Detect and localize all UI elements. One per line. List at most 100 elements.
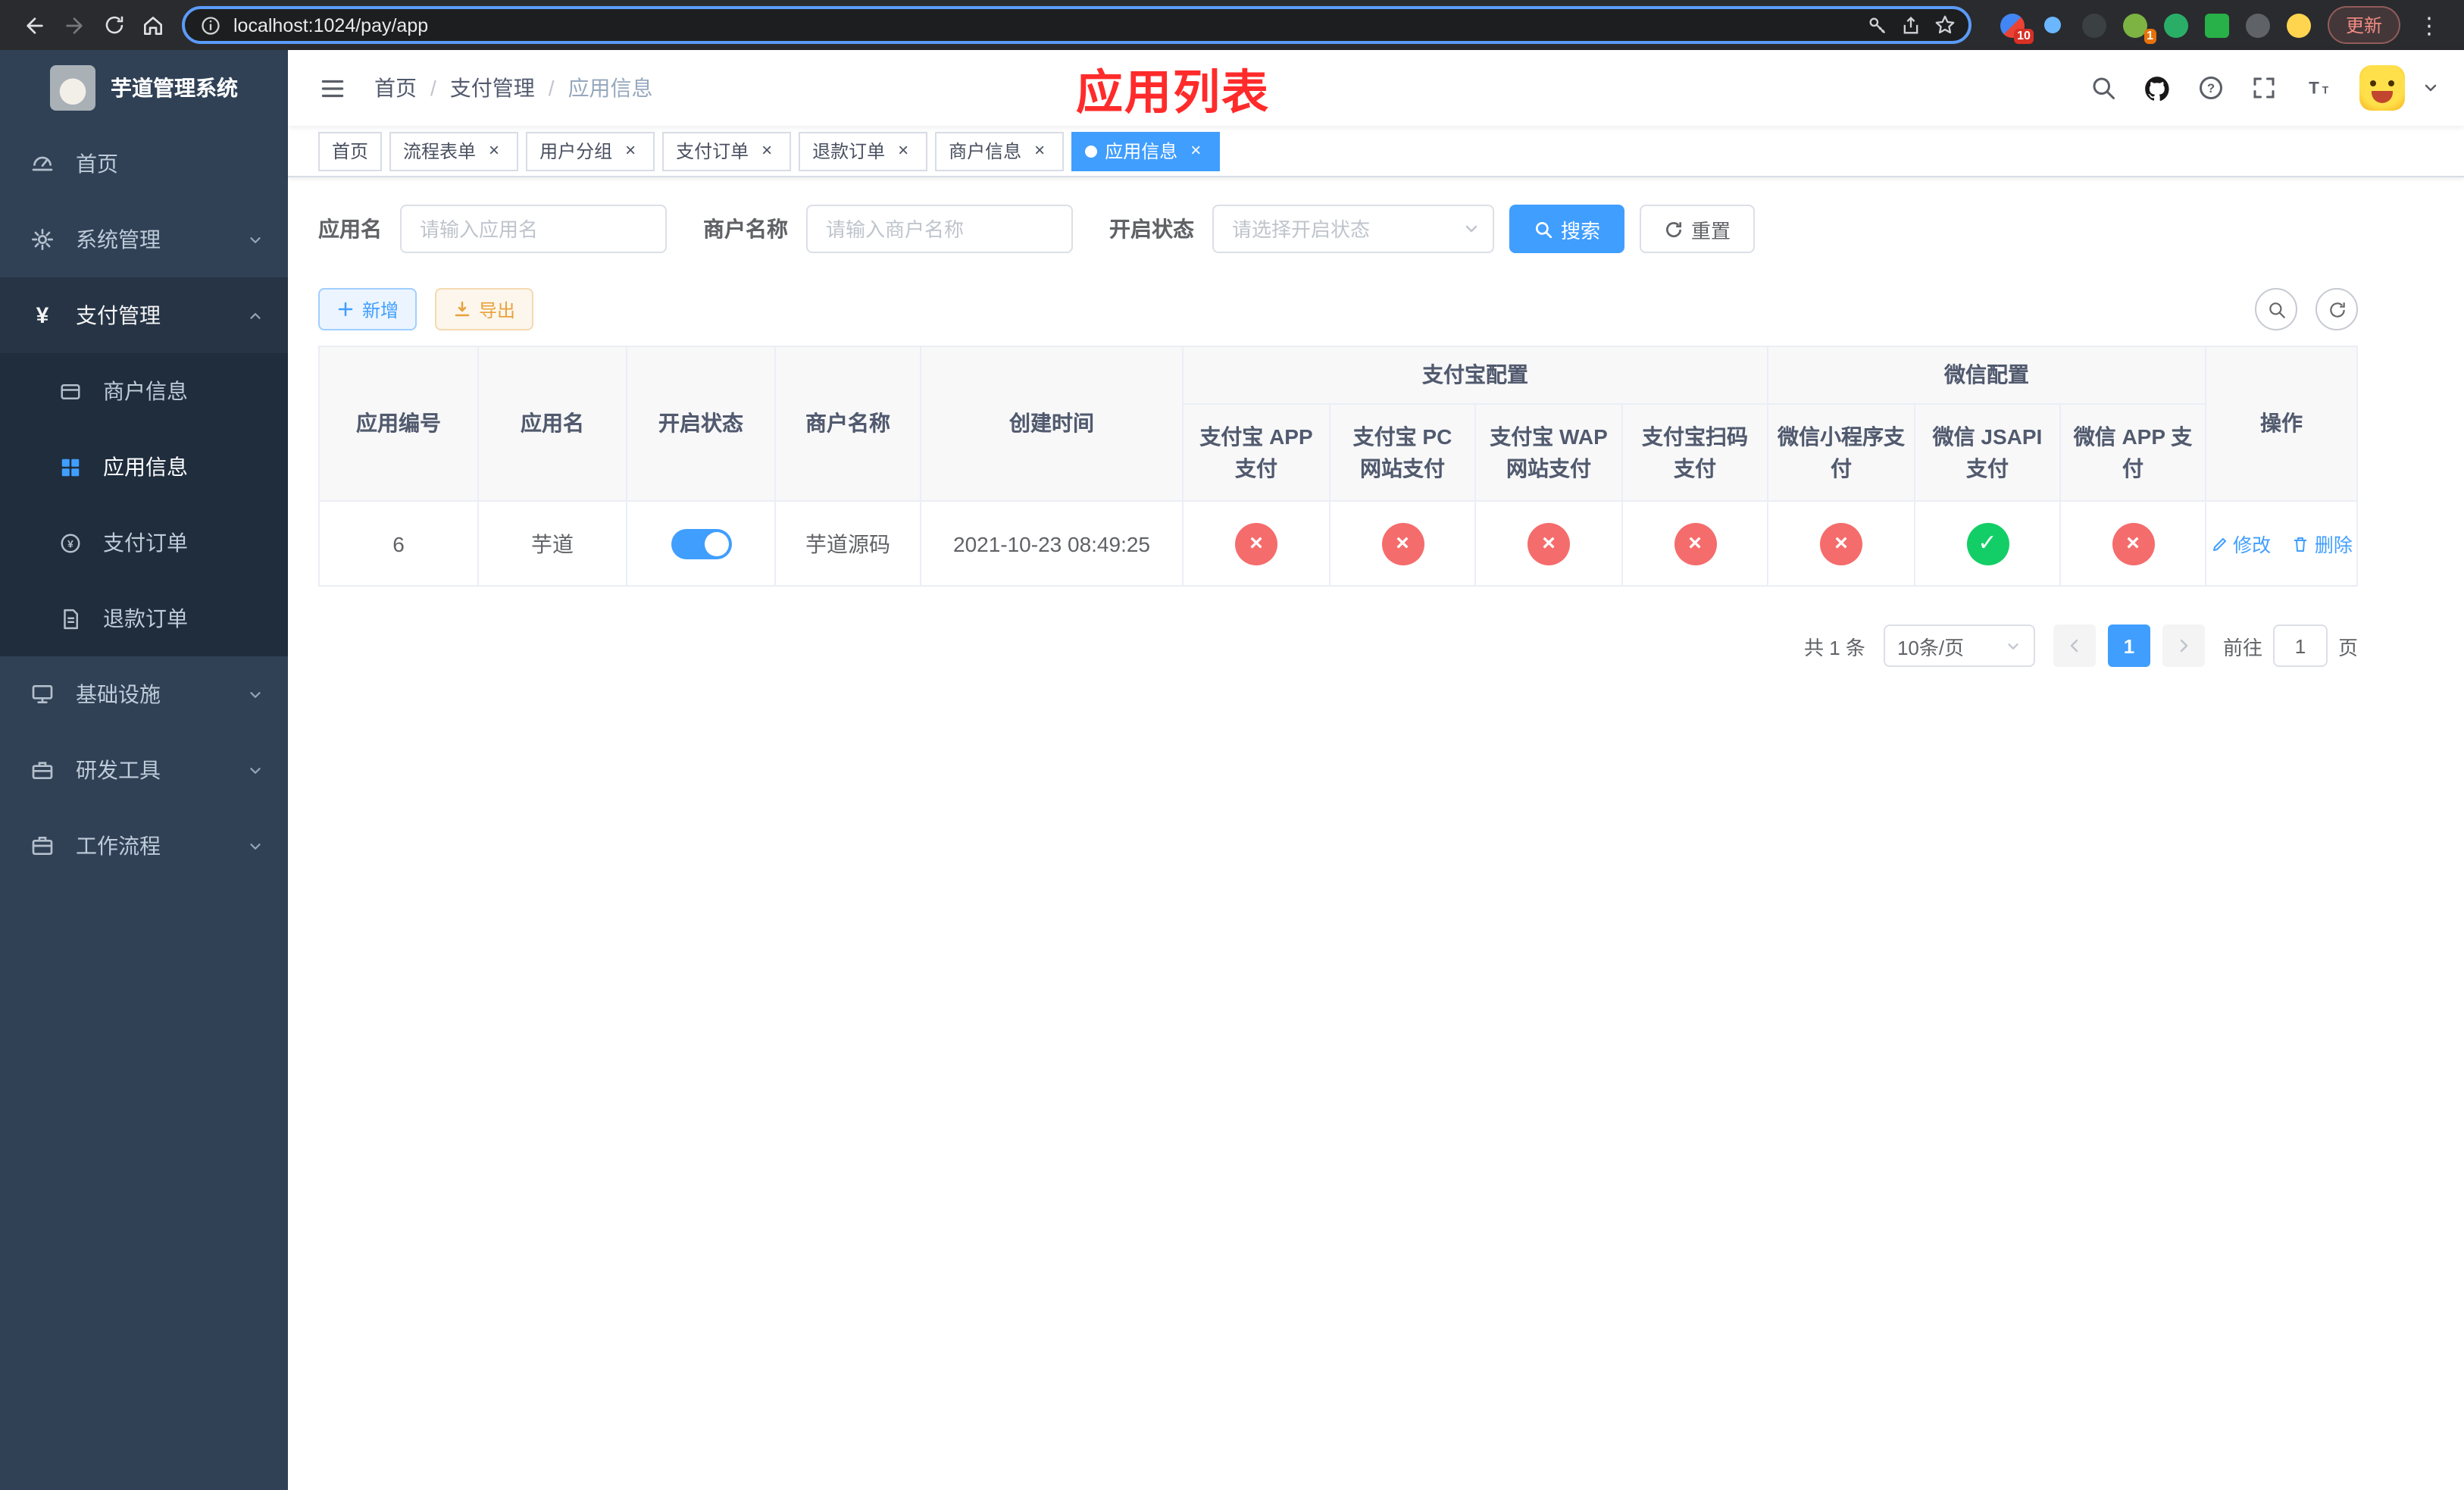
- close-icon[interactable]: ×: [1185, 139, 1206, 161]
- reset-button[interactable]: 重置: [1640, 205, 1756, 253]
- status-toggle[interactable]: [671, 528, 731, 559]
- app-logo[interactable]: 芋道管理系统: [0, 50, 288, 126]
- browser-back-icon[interactable]: [15, 5, 55, 45]
- wechat-app-status-icon: ×: [2112, 522, 2154, 565]
- site-info-icon[interactable]: [200, 14, 221, 36]
- search-icon[interactable]: [2090, 74, 2117, 102]
- close-icon[interactable]: ×: [483, 139, 505, 161]
- extension-wechat-icon[interactable]: [2162, 11, 2190, 39]
- tabs-bar: 首页 流程表单 × 用户分组 × 支付订单 × 退款订单 × 商户信息 × 应用信息 ×: [288, 126, 2464, 177]
- merchant-name-input[interactable]: [806, 205, 1073, 253]
- cell-app-name: 芋道: [477, 500, 627, 587]
- group-wechat-config: 微信配置: [1767, 346, 2206, 405]
- status-select[interactable]: [1212, 205, 1494, 253]
- fullscreen-icon[interactable]: [2250, 74, 2278, 102]
- refresh-table-button[interactable]: [2315, 288, 2358, 330]
- cell-merchant: 芋道源码: [774, 500, 921, 587]
- browser-forward-icon[interactable]: [55, 5, 94, 45]
- user-avatar[interactable]: [2359, 65, 2405, 111]
- close-icon[interactable]: ×: [756, 139, 777, 161]
- sidebar: 芋道管理系统 首页 系统管理 ¥ 支付管理 商户信息 应用信息 ¥ 支付订单 退…: [0, 50, 288, 1490]
- sidebar-item-system[interactable]: 系统管理: [0, 202, 288, 277]
- status-label: 开启状态: [1109, 217, 1194, 241]
- chevron-down-icon: [247, 231, 264, 248]
- search-button[interactable]: 搜索: [1509, 205, 1625, 253]
- delete-button[interactable]: 删除: [2292, 529, 2353, 558]
- status-select-input[interactable]: [1212, 205, 1494, 253]
- sidebar-item-pay-order[interactable]: ¥ 支付订单: [0, 505, 288, 581]
- extension-green-square-icon[interactable]: [2203, 11, 2231, 39]
- extension-blue-dot-icon[interactable]: [2040, 11, 2067, 39]
- close-icon[interactable]: ×: [1029, 139, 1050, 161]
- app-name-label: 应用名: [318, 217, 382, 241]
- navbar-actions: ? TT: [2090, 65, 2440, 111]
- edit-button[interactable]: 修改: [2210, 529, 2271, 558]
- browser-menu-icon[interactable]: ⋮: [2409, 5, 2449, 45]
- extension-badge: 1: [2143, 28, 2156, 43]
- tab-merchant-info[interactable]: 商户信息 ×: [935, 131, 1065, 171]
- sidebar-item-dev-tools[interactable]: 研发工具: [0, 732, 288, 808]
- app-name-input[interactable]: [400, 205, 667, 253]
- goto-page-input[interactable]: [2272, 624, 2328, 667]
- next-page-button[interactable]: [2162, 624, 2205, 667]
- url-bar[interactable]: localhost:1024/pay/app: [182, 6, 1972, 44]
- filter-bar: 应用名 商户名称 开启状态 搜索 重置: [318, 205, 2358, 253]
- sidebar-item-infrastructure[interactable]: 基础设施: [0, 656, 288, 732]
- sidebar-toggle-icon[interactable]: [312, 74, 353, 102]
- col-alipay-qr: 支付宝扫码支付: [1621, 403, 1768, 502]
- bookmark-star-icon[interactable]: [1934, 14, 1956, 36]
- tab-app-info[interactable]: 应用信息 ×: [1071, 131, 1221, 171]
- tab-home[interactable]: 首页: [318, 131, 383, 171]
- extension-puzzle-icon[interactable]: 10: [1999, 11, 2034, 43]
- browser-update-button[interactable]: 更新: [2327, 6, 2400, 44]
- close-icon[interactable]: ×: [893, 139, 914, 161]
- extension-dark-circle-icon[interactable]: [2081, 11, 2108, 39]
- yen-icon: ¥: [36, 302, 49, 328]
- svg-text:¥: ¥: [67, 538, 73, 549]
- sidebar-item-refund-order[interactable]: 退款订单: [0, 581, 288, 656]
- breadcrumb-payment[interactable]: 支付管理: [450, 73, 535, 103]
- password-key-icon[interactable]: [1867, 14, 1888, 36]
- wechat-jsapi-status-icon: ✓: [1966, 522, 2009, 565]
- extension-emoji-icon[interactable]: [2285, 11, 2312, 39]
- breadcrumb-home[interactable]: 首页: [374, 73, 417, 103]
- tab-user-group[interactable]: 用户分组 ×: [526, 131, 655, 171]
- tab-refund-order[interactable]: 退款订单 ×: [799, 131, 928, 171]
- chevron-down-icon: [2005, 637, 2022, 654]
- page-size-select[interactable]: 10条/页: [1883, 624, 2035, 667]
- prev-page-button[interactable]: [2053, 624, 2096, 667]
- close-icon[interactable]: ×: [620, 139, 641, 161]
- browser-home-icon[interactable]: [133, 5, 173, 45]
- app-table: 应用编号 应用名 开启状态 商户名称 创建时间 支付宝配置 微信配置 操作 支付…: [318, 346, 2358, 587]
- browser-chrome: localhost:1024/pay/app 10 1 更新 ⋮: [0, 0, 2464, 50]
- export-button[interactable]: 导出: [435, 288, 534, 330]
- col-alipay-pc: 支付宝 PC 网站支付: [1329, 403, 1476, 502]
- sidebar-item-merchant-info[interactable]: 商户信息: [0, 353, 288, 429]
- toggle-search-button[interactable]: [2255, 288, 2297, 330]
- extension-green-circle-icon[interactable]: 1: [2122, 11, 2156, 43]
- table-row: 6 芋道 芋道源码 2021-10-23 08:49:25 × × × × ×: [318, 500, 2358, 587]
- tab-pay-order[interactable]: 支付订单 ×: [662, 131, 792, 171]
- active-tab-dot: [1085, 145, 1098, 157]
- extension-puzzle-dark-icon[interactable]: [2244, 11, 2272, 39]
- sidebar-item-workflow[interactable]: 工作流程: [0, 808, 288, 884]
- sidebar-item-payment[interactable]: ¥ 支付管理: [0, 277, 288, 353]
- sidebar-item-home[interactable]: 首页: [0, 126, 288, 202]
- screen: localhost:1024/pay/app 10 1 更新 ⋮ 芋道管理系统 …: [0, 0, 2464, 1490]
- col-merchant: 商户名称: [774, 346, 921, 502]
- chevron-up-icon: [247, 307, 264, 324]
- merchant-name-label: 商户名称: [703, 217, 788, 241]
- help-icon[interactable]: ?: [2197, 74, 2225, 102]
- add-button[interactable]: 新增: [318, 288, 417, 330]
- page-content: 应用名 商户名称 开启状态 搜索 重置: [288, 177, 2464, 1490]
- col-created: 创建时间: [920, 346, 1184, 502]
- credit-card-icon: [52, 380, 88, 402]
- avatar-caret-icon[interactable]: [2422, 79, 2440, 97]
- sidebar-item-app-info[interactable]: 应用信息: [0, 429, 288, 505]
- tab-process-form[interactable]: 流程表单 ×: [389, 131, 519, 171]
- font-size-icon[interactable]: TT: [2303, 74, 2334, 102]
- share-icon[interactable]: [1900, 14, 1921, 36]
- page-1-button[interactable]: 1: [2107, 624, 2150, 667]
- github-icon[interactable]: [2143, 74, 2172, 102]
- browser-refresh-icon[interactable]: [94, 5, 133, 45]
